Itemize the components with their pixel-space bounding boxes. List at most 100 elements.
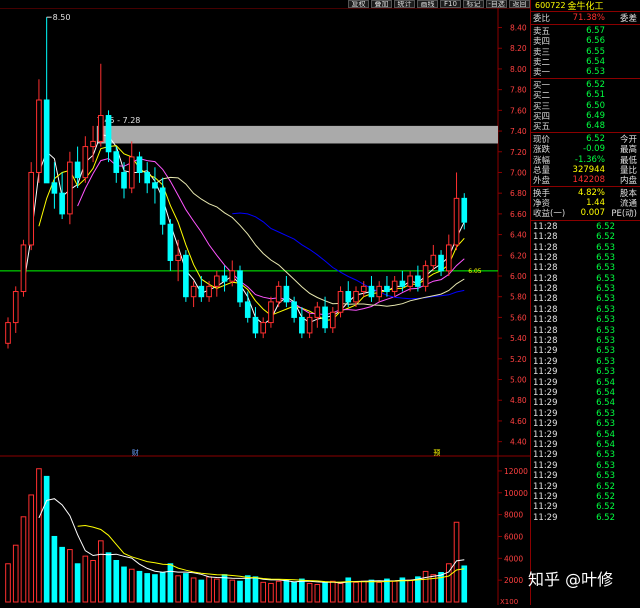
quote-label-2: 内盘 [619,175,637,186]
volume-bar [376,581,383,603]
price-tick-label: 6.20 [510,251,527,260]
candle-body [90,140,96,148]
volume-bar [90,559,96,603]
tick-row: 11:28 6.52 [531,222,640,232]
candle-body [376,285,383,298]
candle-body [360,285,367,293]
tick-row: 11:29 6.52 [531,481,640,492]
price-tick-label: 5.80 [510,293,527,302]
quote-value: 142208 [572,174,605,185]
tick-price: 6.53 [596,315,615,326]
price-tick-label: 5.00 [510,376,527,385]
candle-body [97,115,104,142]
resistance-zone [96,125,499,144]
ask-price: 6.57 [586,26,605,37]
price-tick-label: 4.40 [510,438,527,447]
tick-row: 11:29 6.52 [531,502,640,512]
tick-list[interactable]: 11:28 6.52 11:28 6.52 11:28 6.53 11:28 6.53 11:2… [531,222,640,523]
tick-price: 6.52 [596,512,615,523]
tick-time: 11:28 [533,284,558,295]
toolbar-button-6[interactable]: -自选 [486,0,507,8]
tick-time: 11:29 [533,356,558,367]
event-label: 预 [433,448,440,457]
volume-bar [28,494,35,603]
candle-body [314,306,321,318]
bid-label: 买五 [533,121,551,132]
tick-row: 11:28 6.53 [531,294,640,304]
volume-bar [252,576,259,603]
tick-price: 6.53 [596,419,615,430]
stat-row: 收益(一) 0.007 PE(动) [531,208,640,219]
volume-bar [43,475,50,603]
price-tick-label: 7.20 [510,148,527,157]
ask-price: 6.55 [586,46,605,57]
volume-bar [399,577,406,603]
bid-book: 买一 6.52 买二 6.51 买三 6.50 买四 6.49 买五 6.48 [531,80,640,132]
tick-price: 6.54 [596,439,615,450]
price-tick-label: 6.60 [510,210,527,219]
weibi-label: 委比 [533,14,551,25]
tick-row: 11:29 6.53 [531,367,640,377]
volume-tick-label: 6000 [504,532,523,541]
candle-body [59,192,65,215]
volume-bar [453,521,460,603]
volume-bar [407,579,413,603]
volume-bar [183,573,189,603]
candle-body [144,171,151,184]
toolbar-button-4[interactable]: F10 [440,0,461,8]
candle-body [268,301,274,324]
toolbar-button-0[interactable]: 复权 [348,0,369,8]
ask-row[interactable]: 卖一 6.53 [531,67,640,78]
toolbar-button-7[interactable]: 返回 [509,0,530,8]
chart-area[interactable]: 8.40 8.20 8.00 7.80 7.60 7.40 7.20 7.00 6.80 6.60… [0,7,530,606]
tick-row: 11:28 6.53 [531,325,640,336]
toolbar-button-1[interactable]: 叠加 [371,0,392,8]
toolbar-button-2[interactable]: 统计 [394,0,415,8]
tick-time: 11:29 [533,460,558,471]
volume-bar [368,579,375,603]
candle-body [5,322,11,344]
tick-row: 11:29 6.54 [531,388,640,398]
volume-tick-label: 8000 [504,511,523,520]
volume-bar [422,570,429,603]
toolbar-button-5[interactable]: 标记 [463,0,484,8]
tick-row: 11:29 6.53 [531,450,640,460]
price-tick-label: 4.60 [510,417,527,426]
candle-body [384,285,390,293]
volume-bar [299,578,305,603]
quote-summary: 现价 6.52 今开 涨跌 -0.09 最高 涨幅 -1.36% 最低 总量 327944 量比 外盘 1… [531,134,640,186]
candle-body [229,270,236,282]
candle-body [183,254,189,298]
tick-price: 6.53 [596,304,615,315]
price-tick-label: 5.20 [510,355,527,364]
candle-body [453,197,460,246]
volume-bar [36,468,42,603]
candle-body [306,316,313,334]
tick-time: 11:28 [533,325,558,336]
volume-bar [244,575,251,603]
candle-body [391,280,398,293]
stock-code: 600722 [535,0,566,10]
tick-time: 11:29 [533,450,558,461]
tick-row: 11:28 6.53 [531,242,640,253]
tick-time: 11:29 [533,512,558,523]
volume-bar [337,582,344,603]
tick-time: 11:28 [533,304,558,315]
ask-book: 卖五 6.57 卖四 6.56 卖三 6.55 卖二 6.54 卖一 6.53 [531,26,640,78]
ask-price: 6.54 [586,56,605,67]
candle-body [136,156,143,173]
tick-time: 11:28 [533,221,558,232]
tick-price: 6.52 [596,502,615,513]
price-tick-label: 7.60 [510,106,527,115]
toolbar-button-3[interactable]: 画线 [417,0,438,8]
volume-bar [190,577,197,603]
tick-time: 11:28 [533,315,558,326]
weibi-value: 71.38% [572,13,605,24]
candle-body [252,316,259,334]
bid-price: 6.50 [586,100,605,111]
candle-body [28,171,35,246]
bid-row[interactable]: 买五 6.48 [531,121,640,132]
tick-time: 11:28 [533,242,558,253]
tick-price: 6.53 [596,273,615,284]
kline-chart[interactable]: 8.40 8.20 8.00 7.80 7.60 7.40 7.20 7.00 6.80 6.60… [0,7,530,606]
